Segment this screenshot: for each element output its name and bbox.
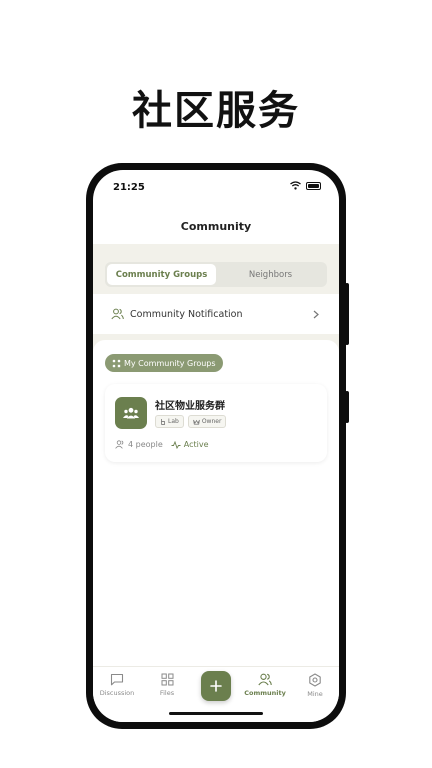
plus-icon <box>210 680 222 692</box>
group-avatar <box>115 397 147 429</box>
tab-mine[interactable]: Mine <box>295 673 335 698</box>
grid-icon <box>161 673 173 686</box>
tag-lab-label: Lab <box>168 418 179 425</box>
community-notification-row[interactable]: Community Notification <box>93 294 339 334</box>
activity-icon <box>171 440 181 449</box>
group-meta: 4 people Active <box>115 440 217 449</box>
notification-label: Community Notification <box>130 308 243 320</box>
tag-lab: Lab <box>155 415 184 428</box>
side-button <box>345 391 349 423</box>
tab-files[interactable]: Files <box>147 673 187 697</box>
tab-discussion-label: Discussion <box>99 689 135 697</box>
status-icons <box>290 181 321 190</box>
group-status-label: Active <box>183 440 209 449</box>
member-count: 4 people <box>115 440 163 449</box>
segmented-control: Community Groups Neighbors <box>105 262 327 287</box>
page-title: Community <box>180 220 252 233</box>
crown-icon <box>193 419 200 424</box>
status-bar: 21:25 <box>93 170 339 206</box>
users-icon <box>115 440 124 449</box>
users-icon <box>111 308 124 320</box>
users-icon <box>258 673 272 686</box>
chat-icon <box>110 673 124 686</box>
tab-community-groups[interactable]: Community Groups <box>107 264 216 285</box>
group-status: Active <box>171 440 209 449</box>
tab-community-label: Community <box>244 689 286 697</box>
grid-icon <box>112 359 121 367</box>
tab-mine-label: Mine <box>307 690 323 698</box>
tag-owner: Owner <box>187 415 227 428</box>
tab-files-label: Files <box>159 689 175 697</box>
home-indicator <box>169 712 263 715</box>
group-card[interactable]: 社区物业服务群 Lab Owner 4 people Active <box>105 384 327 462</box>
add-button[interactable] <box>201 671 231 701</box>
phone-frame: 21:25 Community Community Groups Neighbo… <box>86 163 349 729</box>
tab-community[interactable]: Community <box>244 673 286 697</box>
tab-bar: Discussion Files Community Mine <box>93 666 339 722</box>
group-name: 社区物业服务群 <box>155 401 225 412</box>
tag-owner-label: Owner <box>201 418 222 425</box>
phone-screen: 21:25 Community Community Groups Neighbo… <box>93 170 339 722</box>
chevron-right-icon <box>313 310 319 318</box>
tab-neighbors[interactable]: Neighbors <box>216 264 325 285</box>
battery-icon <box>306 181 321 190</box>
wifi-icon <box>290 181 301 190</box>
hero-title: 社区服务 <box>132 88 300 134</box>
side-button <box>345 283 349 345</box>
status-time: 21:25 <box>113 182 145 193</box>
member-count-label: 4 people <box>128 440 163 449</box>
section-chip-label: My Community Groups <box>124 358 216 368</box>
section-chip: My Community Groups <box>105 354 223 372</box>
gear-icon <box>309 673 321 687</box>
hand-icon <box>161 419 165 425</box>
group-tags: Lab Owner <box>155 415 227 428</box>
users-icon <box>123 407 139 419</box>
tab-discussion[interactable]: Discussion <box>97 673 137 697</box>
groups-panel: My Community Groups 社区物业服务群 Lab Owner 4 … <box>93 340 339 666</box>
